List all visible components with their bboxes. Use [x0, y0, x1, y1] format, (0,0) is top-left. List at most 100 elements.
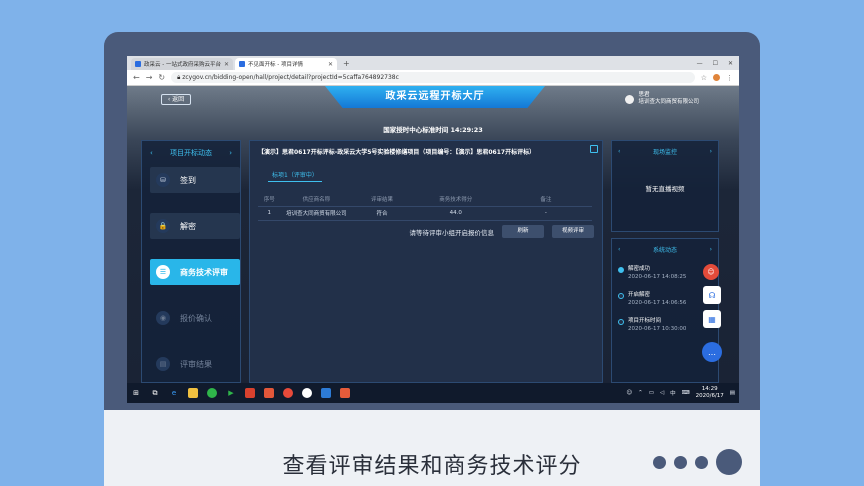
reload-icon[interactable]: ↻	[158, 73, 165, 82]
browser-tab-1[interactable]: 政采云 - 一站式政府采购云平台 ✕	[131, 58, 233, 70]
profile-icon[interactable]	[713, 74, 720, 81]
taskbar-clock[interactable]: 14:29 2020/6/17	[696, 386, 724, 400]
screen: 政采云 - 一站式政府采购云平台 ✕ 不见面开标 - 项目详情 ✕ + — ☐ …	[127, 56, 739, 403]
dot-icon	[716, 449, 742, 475]
step-quote-confirm: ◉ 报价确认	[150, 305, 240, 331]
wechat-icon[interactable]	[207, 388, 217, 398]
lock-icon: 🔒	[156, 219, 170, 233]
live-monitor-panel: ‹ 现场监控 › 暂无直播视频	[611, 140, 719, 232]
clock-date: 2020/6/17	[695, 393, 724, 399]
dynamics-title: 系统动态	[652, 246, 677, 254]
table-row: 1 培训查大同商贸有限公司 符合 44.0 -	[258, 206, 592, 221]
minimize-icon[interactable]: —	[697, 58, 703, 70]
review-panel: 【演示】思君0617开标评标-政采云大学5号实验楼修缮项目（项目编号：【演示】思…	[249, 140, 603, 383]
cell: 1	[258, 206, 281, 221]
step-label: 商务技术评审	[180, 267, 228, 277]
dot-icon	[653, 455, 666, 469]
system-tray: ☺ ⌃ ▭ ◁ 中 ⌨ 14:29 2020/6/17 ▤	[626, 386, 735, 400]
dynamics-header: ‹ 系统动态 ›	[612, 239, 718, 259]
close-tab-icon[interactable]: ✕	[328, 61, 333, 68]
back-arrow-icon[interactable]: ←	[133, 73, 140, 82]
keyboard-icon[interactable]: ⌨	[682, 390, 690, 396]
url-text: zcygov.cn/bidding-open/hall/project/deta…	[182, 74, 399, 81]
media-player-icon[interactable]: ▶	[226, 388, 236, 398]
cell: 符合	[352, 206, 412, 221]
task-view-icon[interactable]: ⧉	[150, 388, 160, 398]
network-icon[interactable]: ▭	[649, 390, 654, 396]
review-actions: 请等待评审小组开启报价信息 刷新 视频评审	[409, 225, 594, 238]
chrome-icon[interactable]	[283, 388, 293, 398]
chevron-left-icon[interactable]: ‹	[150, 149, 153, 157]
browser-tab-2[interactable]: 不见面开标 - 项目详情 ✕	[235, 58, 337, 70]
step-decrypt[interactable]: 🔒 解密	[150, 213, 240, 239]
maximize-icon[interactable]: ☐	[713, 58, 718, 70]
chrome-active-icon[interactable]	[302, 388, 312, 398]
address-bar[interactable]: 🔒︎ zcygov.cn/bidding-open/hall/project/d…	[171, 72, 695, 83]
forward-arrow-icon[interactable]: →	[146, 73, 153, 82]
chevron-left-icon[interactable]: ‹	[618, 148, 620, 155]
progress-panel-title: 项目开标动态	[170, 149, 212, 157]
recorder-icon[interactable]	[340, 388, 350, 398]
col-header: 备注	[499, 192, 592, 207]
dot-icon	[695, 455, 708, 469]
edge-icon[interactable]: e	[169, 388, 179, 398]
tab-lot-1[interactable]: 标项1（评审中）	[268, 168, 322, 182]
assistant-robot-icon[interactable]: ☺	[703, 264, 719, 280]
col-header: 供应商名称	[280, 192, 353, 207]
monitor-header: ‹ 现场监控 ›	[612, 141, 718, 161]
col-header: 序号	[258, 192, 281, 207]
fullscreen-icon[interactable]	[590, 145, 598, 153]
windows-start-icon[interactable]: ⊞	[131, 388, 141, 398]
sign-in-icon: ⛁	[156, 173, 170, 187]
cell: 44.0	[411, 206, 500, 221]
list-icon: ☰	[156, 265, 170, 279]
quote-icon: ◉	[156, 311, 170, 325]
review-table: 序号 供应商名称 评审结果 商务技术得分 备注 1 培训查大同商贸有限公司 符合…	[258, 192, 592, 221]
chevron-up-icon[interactable]: ⌃	[638, 390, 643, 396]
tab-label: 不见面开标 - 项目详情	[248, 62, 303, 68]
pdf-app-icon[interactable]	[245, 388, 255, 398]
step-label: 报价确认	[180, 313, 212, 323]
chevron-right-icon[interactable]: ›	[229, 149, 232, 157]
step-review-result: ▤ 评审结果	[150, 351, 240, 377]
video-review-button[interactable]: 视频评审	[552, 225, 594, 238]
refresh-button[interactable]: 刷新	[502, 225, 544, 238]
step-business-review[interactable]: ☰ 商务技术评审	[150, 259, 240, 285]
user-company: 培训查大同商贸有限公司	[638, 99, 699, 105]
bookmark-star-icon[interactable]: ☆	[701, 74, 707, 82]
file-explorer-icon[interactable]	[188, 388, 198, 398]
cell: 培训查大同商贸有限公司	[280, 206, 353, 221]
clock-time: 14:29	[701, 386, 718, 392]
progress-panel-header: ‹ 项目开标动态 ›	[142, 141, 240, 165]
person-icon[interactable]: ☺	[626, 390, 632, 396]
hall-page: ‹ 返回 政采云远程开标大厅 思君 培训查大同商贸有限公司 国家授时中心标准时间…	[127, 86, 739, 383]
chevron-right-icon[interactable]: ›	[710, 148, 712, 155]
chevron-left-icon: ‹	[167, 96, 171, 103]
close-window-icon[interactable]: ✕	[728, 58, 733, 70]
ime-indicator[interactable]: 中	[670, 389, 676, 397]
app-icon[interactable]	[321, 388, 331, 398]
user-info[interactable]: 思君 培训查大同商贸有限公司	[625, 92, 699, 106]
favicon-icon	[135, 61, 141, 67]
powerpoint-icon[interactable]	[264, 388, 274, 398]
volume-icon[interactable]: ◁	[660, 390, 664, 396]
qr-code-icon[interactable]: ▦	[703, 310, 721, 328]
step-sign-in[interactable]: ⛁ 签到	[150, 167, 240, 193]
step-label: 解密	[180, 221, 196, 231]
browser-tabbar: 政采云 - 一站式政府采购云平台 ✕ 不见面开标 - 项目详情 ✕ + — ☐ …	[127, 56, 739, 70]
headset-icon[interactable]: ☊	[703, 286, 721, 304]
chevron-left-icon[interactable]: ‹	[618, 246, 620, 253]
notification-icon[interactable]: ▤	[730, 390, 735, 396]
menu-dots-icon[interactable]: ⋮	[726, 74, 733, 82]
close-tab-icon[interactable]: ✕	[224, 61, 229, 68]
waiting-message: 请等待评审小组开启报价信息	[409, 228, 495, 237]
chevron-right-icon[interactable]: ›	[710, 246, 712, 253]
chat-icon[interactable]: …	[702, 342, 722, 362]
new-tab-icon[interactable]: +	[343, 58, 350, 70]
back-button[interactable]: ‹ 返回	[161, 94, 191, 105]
progress-panel: ‹ 项目开标动态 › ⛁ 签到 🔒 解密 ☰ 商务技术评审 ◉ 报价确认 ▤ 评…	[141, 140, 241, 383]
browser-toolbar: ← → ↻ 🔒︎ zcygov.cn/bidding-open/hall/pro…	[127, 70, 739, 86]
step-label: 评审结果	[180, 359, 212, 369]
standard-time: 国家授时中心标准时间 14:29:23	[383, 126, 483, 134]
page-title: 政采云远程开标大厅	[325, 86, 545, 108]
